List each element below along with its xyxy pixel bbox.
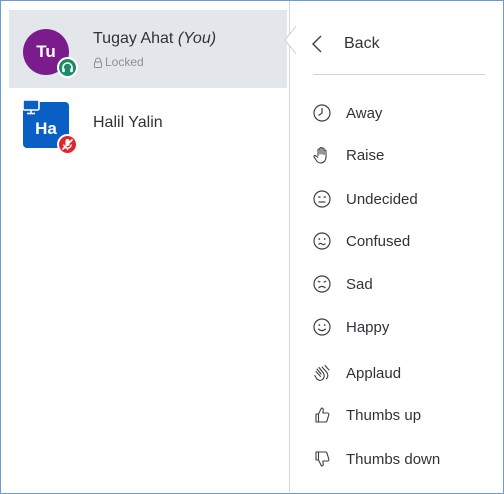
panel-divider: [289, 1, 290, 492]
menu-item-label: Thumbs down: [346, 450, 441, 468]
menu-item-label: Happy: [346, 318, 390, 336]
menu-item-thumbs-up[interactable]: Thumbs up: [306, 398, 496, 432]
popover-caret: [284, 25, 297, 55]
you-tag: (You): [177, 30, 217, 47]
menu-item-confused[interactable]: Confused: [306, 224, 496, 258]
user-status: Locked: [93, 55, 144, 69]
clock-icon: [313, 104, 331, 122]
thumbs-down-icon: [315, 451, 330, 467]
user-list: Tu Tugay Ahat (You) Locked Ha Halil Yali…: [1, 1, 287, 492]
menu-item-happy[interactable]: Happy: [306, 310, 496, 344]
menu-item-label: Applaud: [346, 364, 402, 382]
clapping-hands-icon: [314, 364, 330, 381]
menu-item-away[interactable]: Away: [306, 96, 496, 130]
menu-item-label: Thumbs up: [346, 406, 422, 424]
avatar-initials: Tu: [36, 42, 56, 61]
menu-item-label: Away: [346, 104, 383, 122]
user-list-item[interactable]: Ha Halil Yalin: [9, 89, 287, 167]
status-menu: Back Away Raise Undecided Confused Sad H…: [296, 1, 503, 492]
menu-item-sad[interactable]: Sad: [306, 267, 496, 301]
menu-item-raise[interactable]: Raise: [306, 138, 496, 172]
menu-item-undecided[interactable]: Undecided: [306, 182, 496, 216]
menu-item-applaud[interactable]: Applaud: [306, 356, 496, 390]
back-label: Back: [344, 35, 380, 52]
user-name: Halil Yalin: [93, 114, 163, 132]
back-button[interactable]: Back: [306, 25, 496, 63]
menu-item-label: Undecided: [346, 190, 418, 208]
menu-item-label: Sad: [346, 275, 373, 293]
chevron-left-icon: [312, 35, 322, 53]
user-name-text: Tugay Ahat: [93, 30, 174, 47]
happy-face-icon: [313, 318, 331, 336]
user-list-item-self[interactable]: Tu Tugay Ahat (You) Locked: [9, 10, 287, 88]
muted-microphone-icon: [57, 134, 78, 155]
raised-hand-icon: [313, 146, 327, 164]
presenter-icon: [22, 99, 40, 115]
user-status-text: Locked: [105, 55, 144, 69]
user-name-text: Halil Yalin: [93, 114, 163, 131]
menu-divider: [313, 74, 485, 75]
menu-item-thumbs-down[interactable]: Thumbs down: [306, 442, 496, 476]
user-name: Tugay Ahat (You): [93, 30, 216, 48]
confused-face-icon: [313, 232, 331, 250]
thumbs-up-icon: [315, 407, 330, 423]
lock-icon: [94, 57, 102, 68]
sad-face-icon: [313, 275, 331, 293]
menu-item-label: Confused: [346, 232, 411, 250]
avatar-initials: Ha: [35, 119, 57, 138]
undecided-face-icon: [313, 190, 331, 208]
menu-item-label: Raise: [346, 146, 385, 164]
headset-icon: [57, 57, 78, 78]
